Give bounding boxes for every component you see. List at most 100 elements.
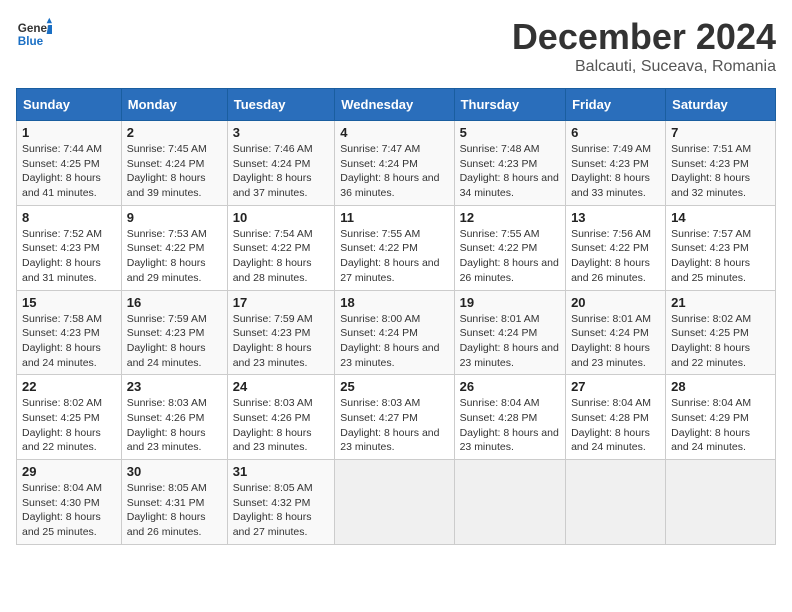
- day-info: Sunrise: 8:02 AMSunset: 4:25 PMDaylight:…: [22, 396, 116, 455]
- day-number: 2: [127, 125, 222, 140]
- calendar-cell: 21 Sunrise: 8:02 AMSunset: 4:25 PMDayligh…: [666, 290, 776, 375]
- day-number: 1: [22, 125, 116, 140]
- calendar-cell: [335, 460, 454, 545]
- day-number: 20: [571, 295, 660, 310]
- calendar-row: 22 Sunrise: 8:02 AMSunset: 4:25 PMDayligh…: [17, 375, 776, 460]
- day-number: 16: [127, 295, 222, 310]
- day-info: Sunrise: 7:56 AMSunset: 4:22 PMDaylight:…: [571, 227, 660, 286]
- day-info: Sunrise: 7:49 AMSunset: 4:23 PMDaylight:…: [571, 142, 660, 201]
- day-number: 7: [671, 125, 770, 140]
- day-number: 18: [340, 295, 448, 310]
- day-info: Sunrise: 8:03 AMSunset: 4:26 PMDaylight:…: [233, 396, 330, 455]
- day-info: Sunrise: 7:55 AMSunset: 4:22 PMDaylight:…: [460, 227, 560, 286]
- title-block: December 2024 Balcauti, Suceava, Romania: [512, 16, 776, 76]
- day-info: Sunrise: 7:59 AMSunset: 4:23 PMDaylight:…: [127, 312, 222, 371]
- calendar-cell: 25Sunrise: 8:03 AMSunset: 4:27 PMDayligh…: [335, 375, 454, 460]
- calendar-cell: 5 Sunrise: 7:48 AMSunset: 4:23 PMDaylight…: [454, 121, 565, 206]
- day-info: Sunrise: 8:01 AMSunset: 4:24 PMDaylight:…: [571, 312, 660, 371]
- weekday-header: Sunday: [17, 89, 122, 121]
- day-info: Sunrise: 7:53 AMSunset: 4:22 PMDaylight:…: [127, 227, 222, 286]
- calendar-cell: 14Sunrise: 7:57 AMSunset: 4:23 PMDayligh…: [666, 205, 776, 290]
- day-number: 22: [22, 379, 116, 394]
- calendar-cell: 17 Sunrise: 7:59 AMSunset: 4:23 PMDayligh…: [227, 290, 335, 375]
- calendar-cell: 12 Sunrise: 7:55 AMSunset: 4:22 PMDayligh…: [454, 205, 565, 290]
- calendar-cell: 27 Sunrise: 8:04 AMSunset: 4:28 PMDayligh…: [566, 375, 666, 460]
- day-info: Sunrise: 7:58 AMSunset: 4:23 PMDaylight:…: [22, 312, 116, 371]
- day-info: Sunrise: 8:00 AMSunset: 4:24 PMDaylight:…: [340, 312, 448, 371]
- day-info: Sunrise: 7:59 AMSunset: 4:23 PMDaylight:…: [233, 312, 330, 371]
- calendar-cell: 19 Sunrise: 8:01 AMSunset: 4:24 PMDayligh…: [454, 290, 565, 375]
- day-number: 30: [127, 464, 222, 479]
- day-number: 10: [233, 210, 330, 225]
- day-number: 11: [340, 210, 448, 225]
- svg-text:Blue: Blue: [18, 35, 44, 48]
- calendar-cell: [454, 460, 565, 545]
- calendar-cell: 3Sunrise: 7:46 AMSunset: 4:24 PMDaylight…: [227, 121, 335, 206]
- calendar-cell: 10 Sunrise: 7:54 AMSunset: 4:22 PMDayligh…: [227, 205, 335, 290]
- calendar-cell: 28Sunrise: 8:04 AMSunset: 4:29 PMDayligh…: [666, 375, 776, 460]
- location-title: Balcauti, Suceava, Romania: [512, 58, 776, 76]
- weekday-header: Monday: [121, 89, 227, 121]
- day-number: 6: [571, 125, 660, 140]
- weekday-header: Friday: [566, 89, 666, 121]
- day-number: 24: [233, 379, 330, 394]
- day-number: 23: [127, 379, 222, 394]
- day-info: Sunrise: 7:55 AMSunset: 4:22 PMDaylight:…: [340, 227, 448, 286]
- calendar-row: 29 Sunrise: 8:04 AMSunset: 4:30 PMDayligh…: [17, 460, 776, 545]
- calendar-cell: 4Sunrise: 7:47 AMSunset: 4:24 PMDaylight…: [335, 121, 454, 206]
- day-info: Sunrise: 8:01 AMSunset: 4:24 PMDaylight:…: [460, 312, 560, 371]
- calendar-cell: 7Sunrise: 7:51 AMSunset: 4:23 PMDaylight…: [666, 121, 776, 206]
- weekday-header: Thursday: [454, 89, 565, 121]
- day-info: Sunrise: 7:54 AMSunset: 4:22 PMDaylight:…: [233, 227, 330, 286]
- day-info: Sunrise: 7:47 AMSunset: 4:24 PMDaylight:…: [340, 142, 448, 201]
- calendar-cell: 18 Sunrise: 8:00 AMSunset: 4:24 PMDayligh…: [335, 290, 454, 375]
- calendar-cell: 31Sunrise: 8:05 AMSunset: 4:32 PMDayligh…: [227, 460, 335, 545]
- day-number: 15: [22, 295, 116, 310]
- day-info: Sunrise: 8:02 AMSunset: 4:25 PMDaylight:…: [671, 312, 770, 371]
- calendar-cell: 26Sunrise: 8:04 AMSunset: 4:28 PMDayligh…: [454, 375, 565, 460]
- day-number: 19: [460, 295, 560, 310]
- calendar-cell: 15 Sunrise: 7:58 AMSunset: 4:23 PMDayligh…: [17, 290, 122, 375]
- day-number: 3: [233, 125, 330, 140]
- day-info: Sunrise: 7:57 AMSunset: 4:23 PMDaylight:…: [671, 227, 770, 286]
- calendar-cell: 30Sunrise: 8:05 AMSunset: 4:31 PMDayligh…: [121, 460, 227, 545]
- calendar-cell: 22 Sunrise: 8:02 AMSunset: 4:25 PMDayligh…: [17, 375, 122, 460]
- calendar-cell: [666, 460, 776, 545]
- day-info: Sunrise: 7:44 AMSunset: 4:25 PMDaylight:…: [22, 142, 116, 201]
- weekday-header: Saturday: [666, 89, 776, 121]
- day-info: Sunrise: 8:04 AMSunset: 4:30 PMDaylight:…: [22, 481, 116, 540]
- day-number: 21: [671, 295, 770, 310]
- calendar-cell: 24 Sunrise: 8:03 AMSunset: 4:26 PMDayligh…: [227, 375, 335, 460]
- day-info: Sunrise: 7:52 AMSunset: 4:23 PMDaylight:…: [22, 227, 116, 286]
- logo-icon: General Blue: [16, 16, 52, 52]
- calendar-cell: 11 Sunrise: 7:55 AMSunset: 4:22 PMDayligh…: [335, 205, 454, 290]
- calendar-cell: 2 Sunrise: 7:45 AMSunset: 4:24 PMDaylight…: [121, 121, 227, 206]
- calendar-cell: 8Sunrise: 7:52 AMSunset: 4:23 PMDaylight…: [17, 205, 122, 290]
- calendar-cell: [566, 460, 666, 545]
- day-info: Sunrise: 7:48 AMSunset: 4:23 PMDaylight:…: [460, 142, 560, 201]
- calendar-cell: 1 Sunrise: 7:44 AMSunset: 4:25 PMDaylight…: [17, 121, 122, 206]
- page-header: General Blue December 2024 Balcauti, Suc…: [16, 16, 776, 76]
- day-number: 29: [22, 464, 116, 479]
- calendar-row: 8Sunrise: 7:52 AMSunset: 4:23 PMDaylight…: [17, 205, 776, 290]
- logo: General Blue: [16, 16, 52, 52]
- day-info: Sunrise: 8:04 AMSunset: 4:28 PMDaylight:…: [571, 396, 660, 455]
- day-info: Sunrise: 8:04 AMSunset: 4:28 PMDaylight:…: [460, 396, 560, 455]
- calendar-table: SundayMondayTuesdayWednesdayThursdayFrid…: [16, 88, 776, 545]
- day-info: Sunrise: 8:03 AMSunset: 4:26 PMDaylight:…: [127, 396, 222, 455]
- calendar-cell: 6 Sunrise: 7:49 AMSunset: 4:23 PMDaylight…: [566, 121, 666, 206]
- day-number: 17: [233, 295, 330, 310]
- day-info: Sunrise: 7:45 AMSunset: 4:24 PMDaylight:…: [127, 142, 222, 201]
- day-info: Sunrise: 8:04 AMSunset: 4:29 PMDaylight:…: [671, 396, 770, 455]
- calendar-cell: 9Sunrise: 7:53 AMSunset: 4:22 PMDaylight…: [121, 205, 227, 290]
- day-number: 27: [571, 379, 660, 394]
- day-number: 13: [571, 210, 660, 225]
- day-number: 12: [460, 210, 560, 225]
- calendar-cell: 23 Sunrise: 8:03 AMSunset: 4:26 PMDayligh…: [121, 375, 227, 460]
- day-number: 31: [233, 464, 330, 479]
- calendar-row: 1 Sunrise: 7:44 AMSunset: 4:25 PMDaylight…: [17, 121, 776, 206]
- calendar-cell: 20 Sunrise: 8:01 AMSunset: 4:24 PMDayligh…: [566, 290, 666, 375]
- weekday-header: Tuesday: [227, 89, 335, 121]
- day-number: 5: [460, 125, 560, 140]
- calendar-cell: 16 Sunrise: 7:59 AMSunset: 4:23 PMDayligh…: [121, 290, 227, 375]
